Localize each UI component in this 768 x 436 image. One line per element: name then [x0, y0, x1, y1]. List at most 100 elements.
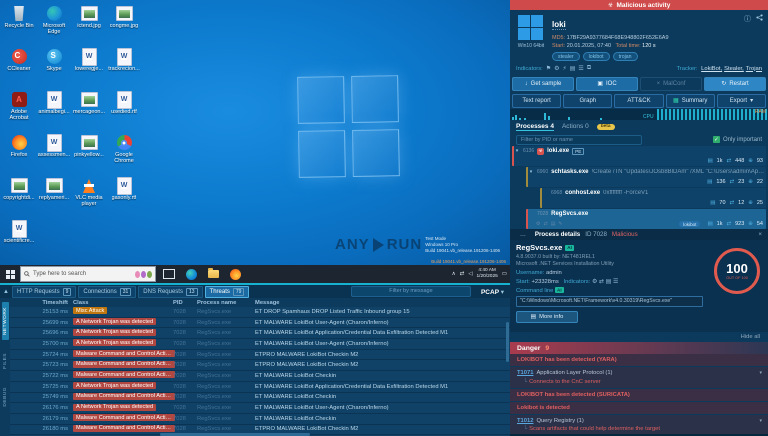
danger-alert-item[interactable]: Lokibot is detected	[510, 402, 768, 414]
technique-sub-item[interactable]: └Connects to the CnC server	[517, 379, 761, 385]
danger-technique-item[interactable]: T1012Query Registry (1)▾└Scans artifacts…	[510, 415, 768, 435]
indicator-icon[interactable]: ☰	[578, 65, 583, 72]
action-center-icon[interactable]: ▭	[502, 271, 507, 277]
desktop-icon-trackrecion-[interactable]: trackrecion...	[107, 46, 141, 89]
table-row[interactable]: 25700 msA Network Trojan was detected702…	[10, 339, 510, 350]
table-vertical-scrollbar[interactable]	[506, 322, 509, 362]
detection-tag[interactable]: lokibot	[679, 221, 700, 227]
desktop-icon-firefox[interactable]: Firefox	[2, 132, 36, 175]
danger-alert-item[interactable]: LOKIBOT has been detected (SURICATA)	[510, 389, 768, 401]
tag-trojan[interactable]: trojan	[613, 52, 638, 61]
table-row[interactable]: 25696 msA Network Trojan was detected702…	[10, 328, 510, 339]
info-icon[interactable]: ⓘ	[744, 14, 751, 24]
graph-button[interactable]: Graph	[563, 94, 612, 108]
tab-http-requests[interactable]: HTTP Requests9	[12, 286, 76, 298]
indicator-icon[interactable]: ⚑	[546, 65, 551, 72]
ai-badge[interactable]: AI	[565, 245, 574, 251]
table-row[interactable]: 25724 msMalware Command and Control Acti…	[10, 350, 510, 361]
start-button[interactable]	[0, 265, 20, 283]
process-action-icon[interactable]: ▤	[551, 221, 556, 227]
tag-stealer[interactable]: stealer	[552, 52, 580, 61]
detail-indicator-icon[interactable]: ▤	[606, 279, 613, 285]
process-action-icon[interactable]: ⇄	[543, 221, 547, 227]
chevron-down-icon[interactable]: ▾	[759, 370, 762, 376]
detail-indicator-icon[interactable]: ☰	[613, 279, 618, 285]
tray-chevron-up-icon[interactable]: ∧	[452, 271, 456, 277]
table-row[interactable]: 25153 msMisc Attack7028RegSvcs.exeET DRO…	[10, 307, 510, 318]
tracker-link-stealer[interactable]: Stealer,	[724, 66, 744, 72]
get-sample-button[interactable]: ↓Get sample	[512, 77, 574, 91]
taskbar-clock[interactable]: 4:40 AM 1/20/2025	[476, 268, 497, 280]
desktop-icon-usedied-rtf[interactable]: usedied.rtf	[107, 89, 141, 132]
technique-id-link[interactable]: T1071	[517, 370, 533, 376]
desktop-icon-loweregje-[interactable]: loweregje...	[72, 46, 106, 89]
table-row[interactable]: 25723 msMalware Command and Control Acti…	[10, 360, 510, 371]
tab-dns-requests[interactable]: DNS Requests13	[138, 286, 202, 298]
taskbar-edge-button[interactable]	[182, 265, 200, 283]
danger-alert-item[interactable]: LOKIBOT has been detected (YARA)	[510, 354, 768, 366]
desktop-icon-ictend-jpg[interactable]: ictend.jpg	[72, 3, 106, 46]
desktop-icon-assessmen-[interactable]: assessmen...	[37, 132, 71, 175]
table-row[interactable]: 26176 msA Network Trojan was detected702…	[10, 403, 510, 414]
ioc-button[interactable]: ▣IOC	[576, 77, 638, 91]
chevron-down-icon[interactable]: ▾	[759, 418, 762, 424]
process-row-conhost.exe[interactable]: 6968conhost.exe0xffffffff -ForceV1▤70⇄12…	[540, 188, 766, 208]
sample-title[interactable]: loki	[552, 20, 566, 30]
expander-icon[interactable]: ▾	[514, 148, 520, 154]
process-row-loki.exe[interactable]: ▾6136☣loki.exePE▤1k⇄448⊕93	[512, 146, 766, 166]
tag-lokibot[interactable]: lokibot	[583, 52, 610, 61]
indicator-icon[interactable]: ▤	[570, 65, 576, 72]
tray-volume-icon[interactable]: ◁	[468, 271, 472, 277]
technique-id-link[interactable]: T1012	[517, 418, 533, 424]
desktop-icon-congme-jpg[interactable]: congme.jpg	[107, 3, 141, 46]
tracker-link-lokibot[interactable]: LokiBot,	[701, 66, 722, 72]
desktop-icon-google-chrome[interactable]: Google Chrome	[107, 132, 141, 175]
desktop-icon-ccleaner[interactable]: CCleaner	[2, 46, 36, 89]
detail-indicator-icon[interactable]: ⇄	[599, 279, 606, 285]
tray-network-icon[interactable]: ⇄	[460, 271, 465, 277]
desktop-icon-mercageon-[interactable]: mercageon...	[72, 89, 106, 132]
expander-icon[interactable]: ▾	[528, 169, 534, 175]
process-action-icon[interactable]: ⚙	[536, 221, 540, 227]
desktop-icon-pinkyellow-[interactable]: pinkyellow...	[72, 132, 106, 175]
taskbar-search-input[interactable]: Type here to search	[20, 266, 156, 282]
danger-technique-item[interactable]: T1071Application Layer Protocol (1)▾└Con…	[510, 367, 768, 388]
only-important-toggle[interactable]: ✓ Only important	[713, 136, 762, 143]
export-button[interactable]: Export▾	[717, 94, 766, 108]
tab-actions[interactable]: Actions 0	[562, 123, 589, 130]
taskbar-explorer-button[interactable]	[204, 265, 222, 283]
technique-sub-item[interactable]: └Scans artifacts that could help determi…	[517, 426, 761, 432]
desktop-icon-skype[interactable]: Skype	[37, 46, 71, 89]
pid-filter-input[interactable]: Filter by PID or name	[516, 135, 642, 145]
indicator-icon[interactable]: ⚡	[563, 65, 567, 72]
pcap-button[interactable]: PCAP ▾	[481, 288, 504, 296]
att-ck-button[interactable]: ATT&CK	[614, 94, 663, 108]
danger-section-header[interactable]: Danger 9	[510, 342, 768, 354]
indicator-icon[interactable]: ⧉	[587, 65, 591, 72]
tab-connections[interactable]: Connections31	[78, 286, 136, 298]
side-tab-debug[interactable]: DEBUG	[2, 382, 9, 412]
desktop-icon-copyrightdi-[interactable]: copyrightdi...	[2, 175, 36, 218]
more-info-button[interactable]: ▤ More info	[516, 311, 578, 323]
collapse-panel-icon[interactable]: ▲	[2, 289, 10, 295]
side-tab-files[interactable]: FILES	[2, 348, 9, 374]
desktop-icon-replyameri-[interactable]: replyameri...	[37, 175, 71, 218]
table-row[interactable]: 25722 msMalware Command and Control Acti…	[10, 371, 510, 382]
desktop-icon-gasonly-rtf[interactable]: gasonly.rtf	[107, 175, 141, 218]
process-row-schtasks.exe[interactable]: ▾6960schtasks.exe/Create /TN "Updates\JO…	[526, 167, 766, 187]
cmdline-value[interactable]: "C:\Windows\Microsoft.NET\Framework\v4.0…	[516, 296, 703, 307]
restart-button[interactable]: ↻Restart	[704, 77, 766, 91]
desktop-icon-scientificre-[interactable]: scientificre...	[2, 218, 36, 261]
summary-button[interactable]: ▦Summary	[666, 94, 715, 108]
table-row[interactable]: 25749 msMalware Command and Control Acti…	[10, 393, 510, 404]
process-list-more[interactable]: ...	[516, 232, 530, 237]
table-row[interactable]: 25699 msA Network Trojan was detected702…	[10, 318, 510, 329]
close-icon[interactable]: ×	[758, 231, 762, 238]
hide-all-link[interactable]: Hide all	[510, 332, 768, 342]
search-highlight-flower-icon[interactable]	[135, 271, 152, 278]
indicator-icon[interactable]: ⚙	[554, 65, 559, 72]
tracker-link-trojan[interactable]: Trojan	[746, 66, 762, 72]
tab-threats[interactable]: Threats79	[205, 286, 250, 298]
ai-badge[interactable]: AI	[555, 287, 564, 293]
side-tab-network[interactable]: NETWORK	[2, 302, 9, 340]
